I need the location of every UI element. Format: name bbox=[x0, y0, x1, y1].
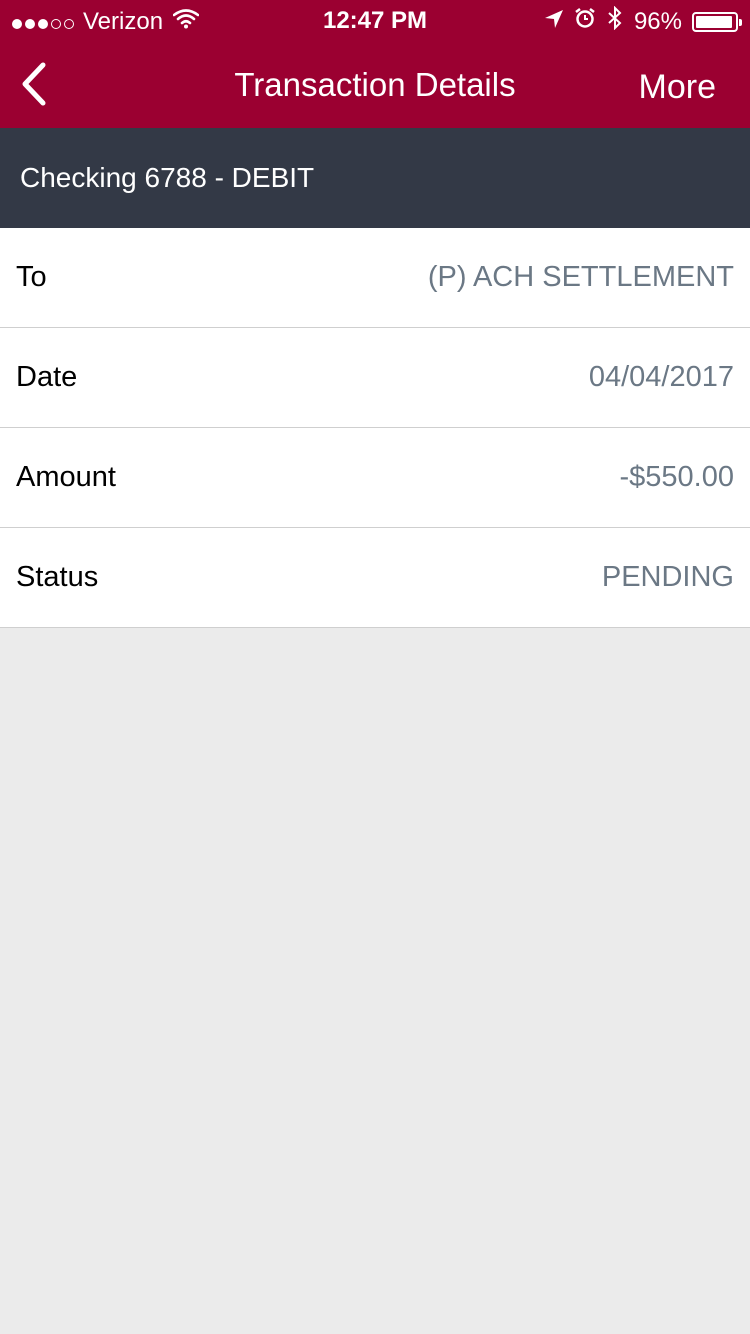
more-button[interactable]: More bbox=[639, 68, 716, 107]
alarm-icon bbox=[574, 7, 596, 36]
detail-row-amount: Amount -$550.00 bbox=[0, 428, 750, 528]
detail-row-to: To (P) ACH SETTLEMENT bbox=[0, 228, 750, 328]
nav-bar: Transaction Details More bbox=[0, 40, 750, 128]
battery-percent: 96% bbox=[633, 7, 682, 35]
detail-label: Amount bbox=[16, 461, 116, 493]
detail-value: (P) ACH SETTLEMENT bbox=[427, 261, 734, 293]
detail-value: 04/04/2017 bbox=[588, 361, 734, 393]
location-arrow-icon bbox=[544, 8, 564, 36]
bluetooth-icon bbox=[606, 5, 624, 37]
page-title: Transaction Details bbox=[234, 66, 516, 103]
detail-label: Status bbox=[16, 561, 99, 593]
detail-label: To bbox=[16, 261, 47, 293]
account-header: Checking 6788 - DEBIT bbox=[0, 128, 750, 228]
detail-row-date: Date 04/04/2017 bbox=[0, 328, 750, 428]
detail-value: -$550.00 bbox=[619, 461, 735, 493]
battery-icon bbox=[692, 11, 742, 32]
status-bar-right: 96% bbox=[544, 5, 742, 37]
transaction-details-list: To (P) ACH SETTLEMENT Date 04/04/2017 Am… bbox=[0, 228, 750, 628]
detail-value: PENDING bbox=[601, 561, 734, 593]
detail-row-status: Status PENDING bbox=[0, 528, 750, 628]
status-bar: Verizon 12:47 PM 96% bbox=[0, 0, 750, 40]
top-bar: Verizon 12:47 PM 96% Transaction Details… bbox=[0, 0, 750, 128]
detail-label: Date bbox=[16, 361, 78, 393]
